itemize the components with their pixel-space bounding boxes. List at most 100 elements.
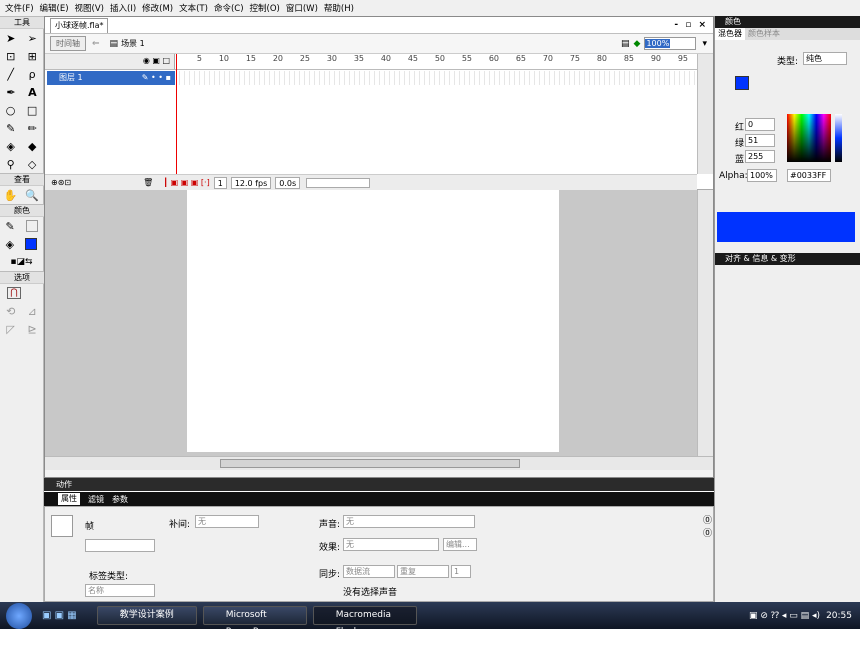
hand-tool-icon[interactable]: ✋ [4, 189, 18, 202]
color-panel-title[interactable]: 颜色 [715, 16, 860, 28]
stage-vscroll[interactable] [697, 190, 713, 456]
r-input[interactable]: 0 [745, 118, 775, 131]
stage-hscroll-thumb[interactable] [220, 459, 520, 468]
window-controls[interactable]: - ▫ × [674, 20, 708, 30]
help-icon[interactable]: ⓪⓪ [703, 513, 712, 539]
edit-button[interactable]: 编辑... [443, 538, 477, 551]
frame-rate[interactable]: 12.0 fps [230, 176, 272, 189]
free-transform-icon[interactable]: ⊡ [6, 50, 15, 63]
eyedropper-icon[interactable]: ⚲ [7, 158, 15, 171]
tween-select[interactable]: 无 [195, 515, 259, 528]
menu-item-8[interactable]: 窗口(W) [283, 2, 321, 14]
hex-input[interactable]: #0033FF [787, 169, 831, 182]
repeat-count[interactable]: 1 [451, 565, 471, 578]
delete-layer-icon[interactable]: 🗑 [143, 178, 153, 187]
taskbar: ▣ ▣ ▦ 教学设计案例 Microsoft PowerP... Macrome… [0, 602, 860, 637]
type-select[interactable]: 纯色 [803, 52, 847, 65]
sync-select[interactable]: 数据流 [343, 565, 395, 578]
paint-bucket-icon[interactable]: ◆ [28, 140, 36, 153]
fill-swatch[interactable] [25, 238, 38, 250]
tab-swatches[interactable]: 颜色样本 [745, 28, 783, 40]
menu-item-9[interactable]: 帮助(H) [321, 2, 357, 14]
zoom-tool-icon[interactable]: 🔍 [25, 189, 39, 202]
layer-header-icons[interactable]: ◉ ▣ □ [143, 56, 170, 65]
quicklaunch-icons[interactable]: ▣ ▣ ▦ [42, 610, 77, 621]
fill-color-icon[interactable]: ◈ [6, 238, 14, 251]
task-item-2[interactable]: Macromedia Flash... [312, 606, 417, 637]
color-spectrum[interactable] [787, 114, 831, 162]
tab-mixer[interactable]: 混色器 [715, 28, 745, 40]
g-input[interactable]: 51 [745, 134, 775, 147]
task-item-0[interactable]: 教学设计案例 [96, 606, 197, 625]
actions-bar[interactable]: 动作 [44, 478, 714, 491]
timeline-scrollbar[interactable] [697, 54, 713, 174]
menu-item-1[interactable]: 编辑(E) [37, 2, 72, 14]
rect-tool-icon[interactable]: □ [27, 104, 37, 117]
lasso-tool-icon[interactable]: ρ [29, 68, 36, 81]
straighten-icon[interactable]: ⊿ [28, 305, 37, 318]
oval-tool-icon[interactable]: ○ [6, 104, 16, 117]
layer-row[interactable]: 图层 1 ✎ • • ▪ [47, 71, 175, 85]
edit-symbol-icon[interactable]: ◆ [634, 39, 641, 49]
menu-item-3[interactable]: 插入(I) [107, 2, 139, 14]
stroke-color-icon[interactable]: ✎ [5, 220, 14, 233]
brush-tool-icon[interactable]: ✏ [28, 122, 37, 135]
playhead[interactable] [176, 54, 177, 174]
task-item-1[interactable]: Microsoft PowerP... [202, 606, 307, 637]
menu-item-7[interactable]: 控制(O) [247, 2, 283, 14]
fill-swatch-panel[interactable] [735, 76, 749, 90]
subselect-tool-icon[interactable]: ➢ [28, 32, 37, 45]
rotate-icon[interactable]: ◸ [6, 323, 14, 336]
scale-icon[interactable]: ⊵ [27, 323, 36, 336]
tray-icons[interactable]: ▣ ⊘ ⁇ ◂ ▭ ▤ ◂) [749, 611, 820, 621]
line-tool-icon[interactable]: ╱ [7, 68, 14, 81]
alpha-input[interactable]: 100% [747, 169, 777, 182]
stage-hscroll[interactable] [45, 456, 713, 470]
add-layer-icon[interactable]: ⊕⊛⊡ [51, 178, 71, 187]
gradient-tool-icon[interactable]: ⊞ [28, 50, 37, 63]
b-input[interactable]: 255 [745, 150, 775, 163]
back-arrow-icon[interactable]: ⇐ [92, 39, 100, 49]
align-panel-title[interactable]: 对齐 & 信息 & 变形 [715, 253, 860, 265]
menu-item-2[interactable]: 视图(V) [72, 2, 107, 14]
tab-parameters[interactable]: 参数 [112, 494, 128, 505]
brightness-bar[interactable] [835, 114, 842, 162]
arrow-tool-icon[interactable]: ➤ [6, 32, 15, 45]
ink-bottle-icon[interactable]: ◈ [7, 140, 15, 153]
effect-label: 效果: [319, 543, 341, 553]
zoom-field[interactable]: 100% [644, 37, 697, 50]
menu-item-5[interactable]: 文本(T) [176, 2, 211, 14]
label-name-select[interactable]: 名称 [85, 584, 155, 597]
text-tool-icon[interactable]: A [28, 86, 37, 99]
elapsed-time: 0.0s [275, 176, 301, 189]
frame-name-input[interactable] [85, 539, 155, 552]
repeat-select[interactable]: 重复 [397, 565, 449, 578]
edit-scene-icon[interactable]: ▤ [621, 39, 630, 49]
start-button[interactable] [6, 602, 32, 629]
timeline-button[interactable]: 时间轴 [50, 36, 86, 51]
tab-filters[interactable]: 滤镜 [88, 494, 104, 505]
zoom-dropdown-icon[interactable]: ▾ [702, 39, 707, 49]
sound-value: 无 [346, 517, 354, 526]
swap-colors-icon[interactable]: ▪◪⇆ [10, 257, 32, 267]
snap-magnet-icon[interactable]: ⋂ [7, 287, 21, 299]
ruler-tick: 15 [245, 54, 256, 63]
menu-item-0[interactable]: 文件(F) [2, 2, 37, 14]
tab-properties[interactable]: 属性 [58, 493, 80, 505]
timeline-hscroll[interactable] [306, 177, 371, 188]
eraser-icon[interactable]: ◇ [28, 158, 36, 171]
frame-ruler[interactable]: 5 10 15 20 25 30 35 40 45 50 55 60 65 70 75 80 85 90 95 [175, 54, 697, 70]
menu-item-6[interactable]: 命令(C) [211, 2, 247, 14]
document-tab[interactable]: 小球逐帧.fla* [50, 17, 109, 33]
smooth-icon[interactable]: ⟲ [6, 305, 15, 318]
effect-select[interactable]: 无 [343, 538, 439, 551]
layer-status-icons[interactable]: ✎ • • ▪ [142, 71, 171, 85]
menu-item-4[interactable]: 修改(M) [139, 2, 176, 14]
onion-skin-icons[interactable]: ┃ ▣ ▣ ▣ [·] [163, 178, 209, 187]
pencil-tool-icon[interactable]: ✎ [6, 122, 15, 135]
stage-canvas[interactable] [187, 190, 559, 452]
pen-tool-icon[interactable]: ✒ [6, 86, 15, 99]
no-color-icon[interactable] [25, 220, 38, 232]
frame-track[interactable] [175, 71, 697, 85]
sound-select[interactable]: 无 [343, 515, 475, 528]
